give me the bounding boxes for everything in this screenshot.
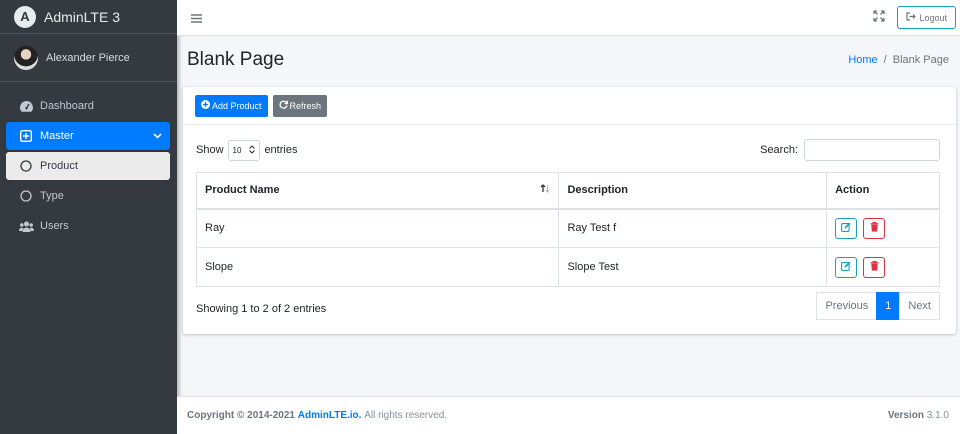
search-wrap: Search: — [760, 139, 940, 161]
logout-button[interactable]: Logout — [897, 6, 956, 29]
main-footer: Copyright © 2014-2021 AdminLTE.io. All r… — [177, 396, 960, 434]
footer-link[interactable]: AdminLTE.io. — [298, 410, 362, 421]
pagination-next[interactable]: Next — [899, 292, 940, 320]
page-title: Blank Page — [187, 49, 285, 70]
top-navbar: Logout — [177, 0, 960, 36]
column-header-description[interactable]: Description — [558, 172, 828, 210]
circle-icon — [18, 160, 34, 172]
main-sidebar: A AdminLTE 3 Alexander Pierce Dashboard … — [0, 0, 177, 434]
user-panel[interactable]: Alexander Pierce — [0, 34, 177, 82]
breadcrumb-home-link[interactable]: Home — [848, 54, 877, 66]
select-arrows-icon — [249, 144, 256, 156]
column-header-action: Action — [826, 172, 940, 210]
brand-link[interactable]: A AdminLTE 3 — [0, 0, 177, 34]
table-row: Ray Ray Test f — [195, 208, 940, 248]
cell-action — [826, 208, 940, 248]
trash-icon — [870, 260, 879, 274]
chevron-down-icon — [153, 131, 162, 141]
fullscreen-expand-icon[interactable] — [873, 10, 886, 25]
logout-label: Logout — [919, 12, 947, 23]
circle-icon — [18, 190, 34, 202]
footer-version: Version 3.1.0 — [888, 410, 949, 421]
sidebar-item-master[interactable]: Master — [6, 122, 170, 150]
pagination-page-1[interactable]: 1 — [876, 292, 901, 320]
sidebar-item-label: Master — [40, 130, 74, 142]
show-label: Show — [196, 144, 224, 156]
entries-label: entries — [264, 144, 298, 156]
brand-logo-icon: A — [14, 5, 36, 28]
avatar — [14, 45, 38, 70]
edit-icon — [841, 222, 851, 235]
table-header-row: Product Name Description Action — [195, 172, 940, 210]
cell-description: Ray Test f — [558, 208, 828, 248]
footer-copyright: Copyright © 2014-2021 — [187, 410, 295, 421]
sidebar-item-label: Dashboard — [40, 100, 94, 112]
delete-button[interactable] — [863, 256, 886, 278]
sidebar-item-product[interactable]: Product — [6, 152, 170, 180]
plus-circle-icon — [201, 99, 210, 112]
hamburger-menu-icon[interactable] — [191, 10, 202, 26]
sidebar-item-type[interactable]: Type — [6, 182, 170, 210]
entries-value: 10 — [232, 145, 242, 155]
refresh-button[interactable]: Refresh — [272, 94, 328, 117]
sidebar-item-label: Type — [40, 190, 64, 202]
table-info: Showing 1 to 2 of 2 entries — [196, 303, 327, 315]
version-number: 3.1.0 — [926, 410, 949, 421]
search-label: Search: — [760, 144, 798, 156]
content-header: Blank Page Home / Blank Page — [177, 36, 960, 84]
entries-select[interactable]: 10 — [227, 139, 261, 161]
refresh-icon — [279, 100, 288, 112]
delete-button[interactable] — [863, 217, 886, 239]
add-product-button[interactable]: Add Product — [195, 94, 268, 117]
search-input[interactable] — [804, 139, 940, 161]
footer-rights: All rights reserved. — [364, 410, 448, 421]
sidebar-item-label: Users — [40, 220, 69, 232]
edit-button[interactable] — [835, 256, 858, 278]
table-controls: Show 10 entries Search: — [196, 139, 940, 161]
breadcrumb-current: Blank Page — [892, 54, 949, 66]
sidebar-item-label: Product — [40, 160, 78, 172]
pagination: Previous 1 Next — [816, 292, 940, 320]
column-header-product-name[interactable]: Product Name — [195, 172, 560, 210]
brand-text: AdminLTE 3 — [44, 8, 120, 25]
breadcrumb: Home / Blank Page — [848, 54, 949, 66]
users-icon — [18, 221, 34, 232]
navbar-right: Logout — [873, 6, 956, 29]
product-card: Add Product Refresh Show 10 entries Sear… — [183, 87, 956, 334]
user-name[interactable]: Alexander Pierce — [46, 52, 130, 64]
version-label: Version — [887, 410, 924, 421]
product-table: Product Name Description Action Ray Ray … — [195, 172, 940, 287]
trash-icon — [870, 221, 879, 235]
plus-square-icon — [18, 130, 34, 142]
add-product-label: Add Product — [212, 100, 262, 111]
breadcrumb-separator: / — [883, 54, 887, 66]
cell-product-name: Ray — [195, 208, 560, 248]
pagination-previous[interactable]: Previous — [816, 292, 878, 320]
table-row: Slope Slope Test — [195, 247, 940, 287]
sidebar-item-dashboard[interactable]: Dashboard — [6, 92, 170, 120]
tachometer-icon — [18, 100, 34, 112]
sign-out-icon — [906, 12, 917, 23]
cell-action — [826, 247, 940, 287]
edit-button[interactable] — [835, 217, 858, 239]
cell-description: Slope Test — [558, 247, 828, 287]
sidebar-item-users[interactable]: Users — [6, 212, 170, 240]
cell-product-name: Slope — [195, 247, 560, 287]
sort-arrows-icon — [540, 184, 551, 195]
sidebar-nav: Dashboard Master Product Type Users — [0, 82, 177, 240]
card-header: Add Product Refresh — [183, 87, 956, 125]
edit-icon — [841, 261, 851, 274]
refresh-label: Refresh — [289, 100, 322, 111]
